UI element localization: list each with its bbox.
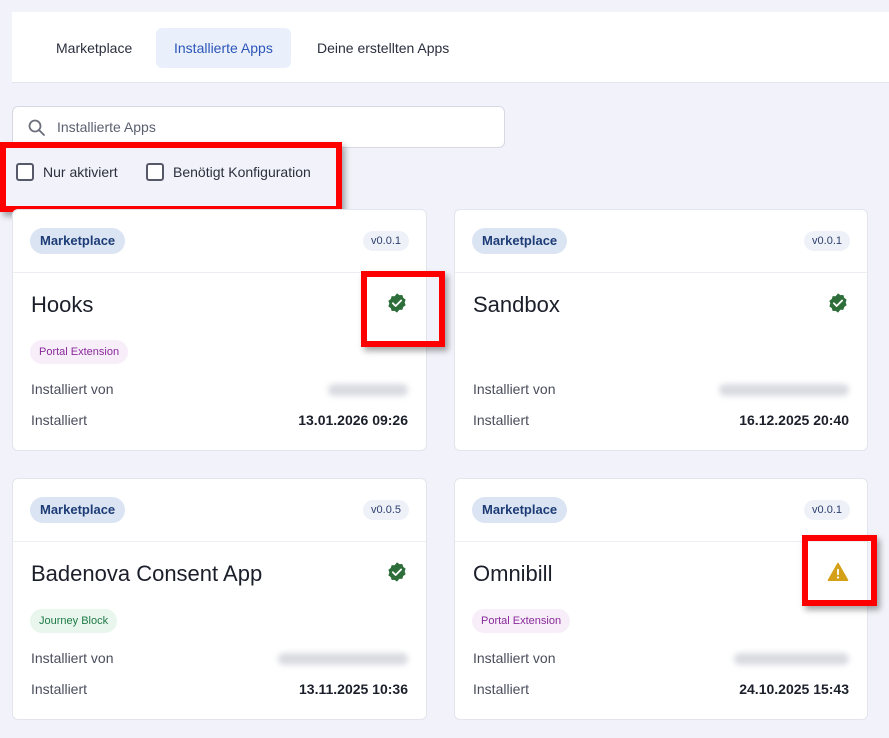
tab-installed-apps[interactable]: Installierte Apps [156, 28, 291, 68]
installed-by-value-redacted [328, 384, 408, 396]
filter-only-active[interactable]: Nur aktiviert [16, 162, 118, 182]
source-badge: Marketplace [472, 497, 568, 523]
source-badge: Marketplace [30, 228, 126, 254]
filter-needs-config[interactable]: Benötigt Konfiguration [146, 162, 311, 182]
installed-by-value-redacted [278, 653, 408, 665]
type-badge: Journey Block [30, 609, 118, 633]
source-badge: Marketplace [472, 228, 568, 254]
card-header: Marketplace v0.0.1 [455, 479, 867, 542]
app-title: Sandbox [473, 292, 560, 317]
app-title: Hooks [31, 292, 94, 317]
installed-by-label: Installiert von [473, 381, 556, 397]
installed-by-value-redacted [719, 384, 849, 396]
app-title: Badenova Consent App [31, 561, 263, 586]
card-header: Marketplace v0.0.1 [13, 210, 426, 273]
version-badge: v0.0.1 [804, 500, 850, 520]
tab-created-apps[interactable]: Deine erstellten Apps [299, 28, 467, 68]
verified-check-icon [388, 562, 406, 582]
installed-label: Installiert [473, 412, 530, 428]
installed-date: 13.01.2026 09:26 [298, 412, 408, 428]
tabs-bar: Marketplace Installierte Apps Deine erst… [12, 12, 889, 83]
type-badge: Portal Extension [30, 340, 129, 364]
installed-label: Installiert [31, 412, 88, 428]
app-card-badenova[interactable]: Marketplace v0.0.5 Badenova Consent App … [12, 478, 427, 720]
app-card-hooks[interactable]: Marketplace v0.0.1 Hooks Portal Extensio… [12, 209, 427, 451]
app-card-sandbox[interactable]: Marketplace v0.0.1 Sandbox Installiert v… [454, 209, 868, 451]
installed-date: 24.10.2025 15:43 [739, 681, 849, 697]
installed-date: 16.12.2025 20:40 [739, 412, 849, 428]
card-header: Marketplace v0.0.5 [13, 479, 426, 542]
source-badge: Marketplace [30, 497, 126, 523]
installed-by-value-redacted [734, 653, 849, 665]
only-active-checkbox[interactable] [16, 163, 34, 181]
installed-by-label: Installiert von [31, 381, 114, 397]
version-badge: v0.0.1 [804, 231, 850, 251]
app-card-omnibill[interactable]: Marketplace v0.0.1 Omnibill Portal Exten… [454, 478, 868, 720]
type-badge: Portal Extension [472, 609, 571, 633]
needs-config-label: Benötigt Konfiguration [173, 164, 311, 180]
installed-by-label: Installiert von [31, 650, 114, 666]
version-badge: v0.0.5 [363, 500, 409, 520]
search-input[interactable] [57, 107, 487, 147]
verified-check-icon [829, 293, 847, 313]
only-active-label: Nur aktiviert [43, 164, 118, 180]
version-badge: v0.0.1 [363, 231, 409, 251]
installed-label: Installiert [31, 681, 88, 697]
verified-check-icon [388, 293, 406, 313]
card-header: Marketplace v0.0.1 [455, 210, 867, 273]
app-title: Omnibill [473, 561, 553, 586]
warning-icon [827, 562, 849, 581]
search-box[interactable] [12, 106, 505, 148]
installed-date: 13.11.2025 10:36 [299, 681, 408, 697]
installed-label: Installiert [473, 681, 530, 697]
installed-by-label: Installiert von [473, 650, 556, 666]
tab-marketplace[interactable]: Marketplace [38, 28, 150, 68]
search-icon [28, 119, 45, 136]
needs-config-checkbox[interactable] [146, 163, 164, 181]
